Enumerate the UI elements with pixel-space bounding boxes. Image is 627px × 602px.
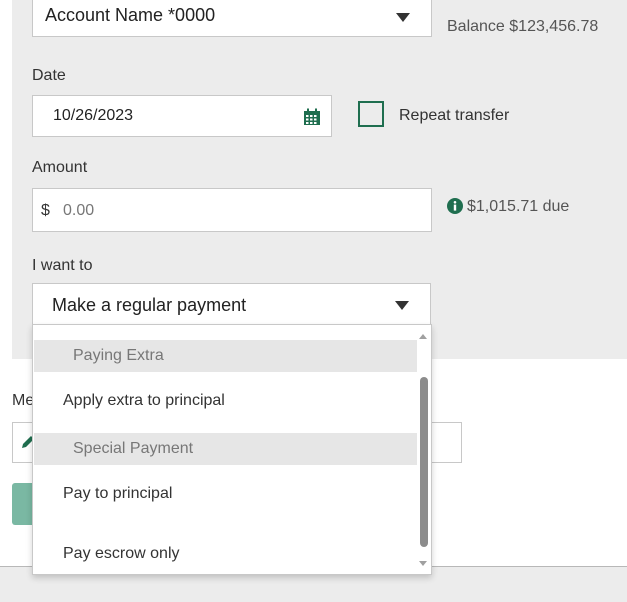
chevron-down-icon <box>395 301 409 310</box>
scroll-up-arrow-icon[interactable] <box>419 334 427 339</box>
intent-label: I want to <box>32 257 93 274</box>
scroll-down-arrow-icon[interactable] <box>419 561 427 566</box>
repeat-transfer-label[interactable]: Repeat transfer <box>399 107 509 125</box>
date-field[interactable]: 10/26/2023 <box>32 95 332 137</box>
account-balance: Balance $123,456.78 <box>447 18 599 35</box>
account-select[interactable]: Account Name *0000 <box>32 0 432 37</box>
info-icon <box>447 198 463 219</box>
memo-label: Me <box>12 392 35 409</box>
calendar-icon[interactable] <box>303 108 321 131</box>
date-value: 10/26/2023 <box>53 107 134 124</box>
currency-symbol: $ <box>41 202 50 219</box>
intent-select[interactable]: Make a regular payment <box>32 283 431 325</box>
amount-label: Amount <box>32 159 88 176</box>
account-select-value: Account Name *0000 <box>45 5 216 25</box>
option-pay-escrow-only[interactable]: Pay escrow only <box>34 536 417 572</box>
repeat-transfer-checkbox[interactable] <box>358 101 384 127</box>
scrollbar-thumb[interactable] <box>420 377 428 547</box>
option-pay-to-principal[interactable]: Pay to principal <box>34 476 417 512</box>
intent-select-value: Make a regular payment <box>52 295 247 315</box>
amount-input[interactable]: 0.00 <box>63 202 94 220</box>
option-group-paying-extra: Paying Extra <box>34 340 417 372</box>
option-group-special-payment: Special Payment <box>34 433 417 465</box>
amount-due: $1,015.71 due <box>467 198 570 215</box>
date-label: Date <box>32 67 66 84</box>
option-apply-extra-to-principal[interactable]: Apply extra to principal <box>34 383 417 419</box>
intent-options-list[interactable]: Paying Extra Apply extra to principal Sp… <box>32 324 432 575</box>
chevron-down-icon <box>396 13 410 22</box>
amount-field[interactable]: $ 0.00 <box>32 188 432 232</box>
